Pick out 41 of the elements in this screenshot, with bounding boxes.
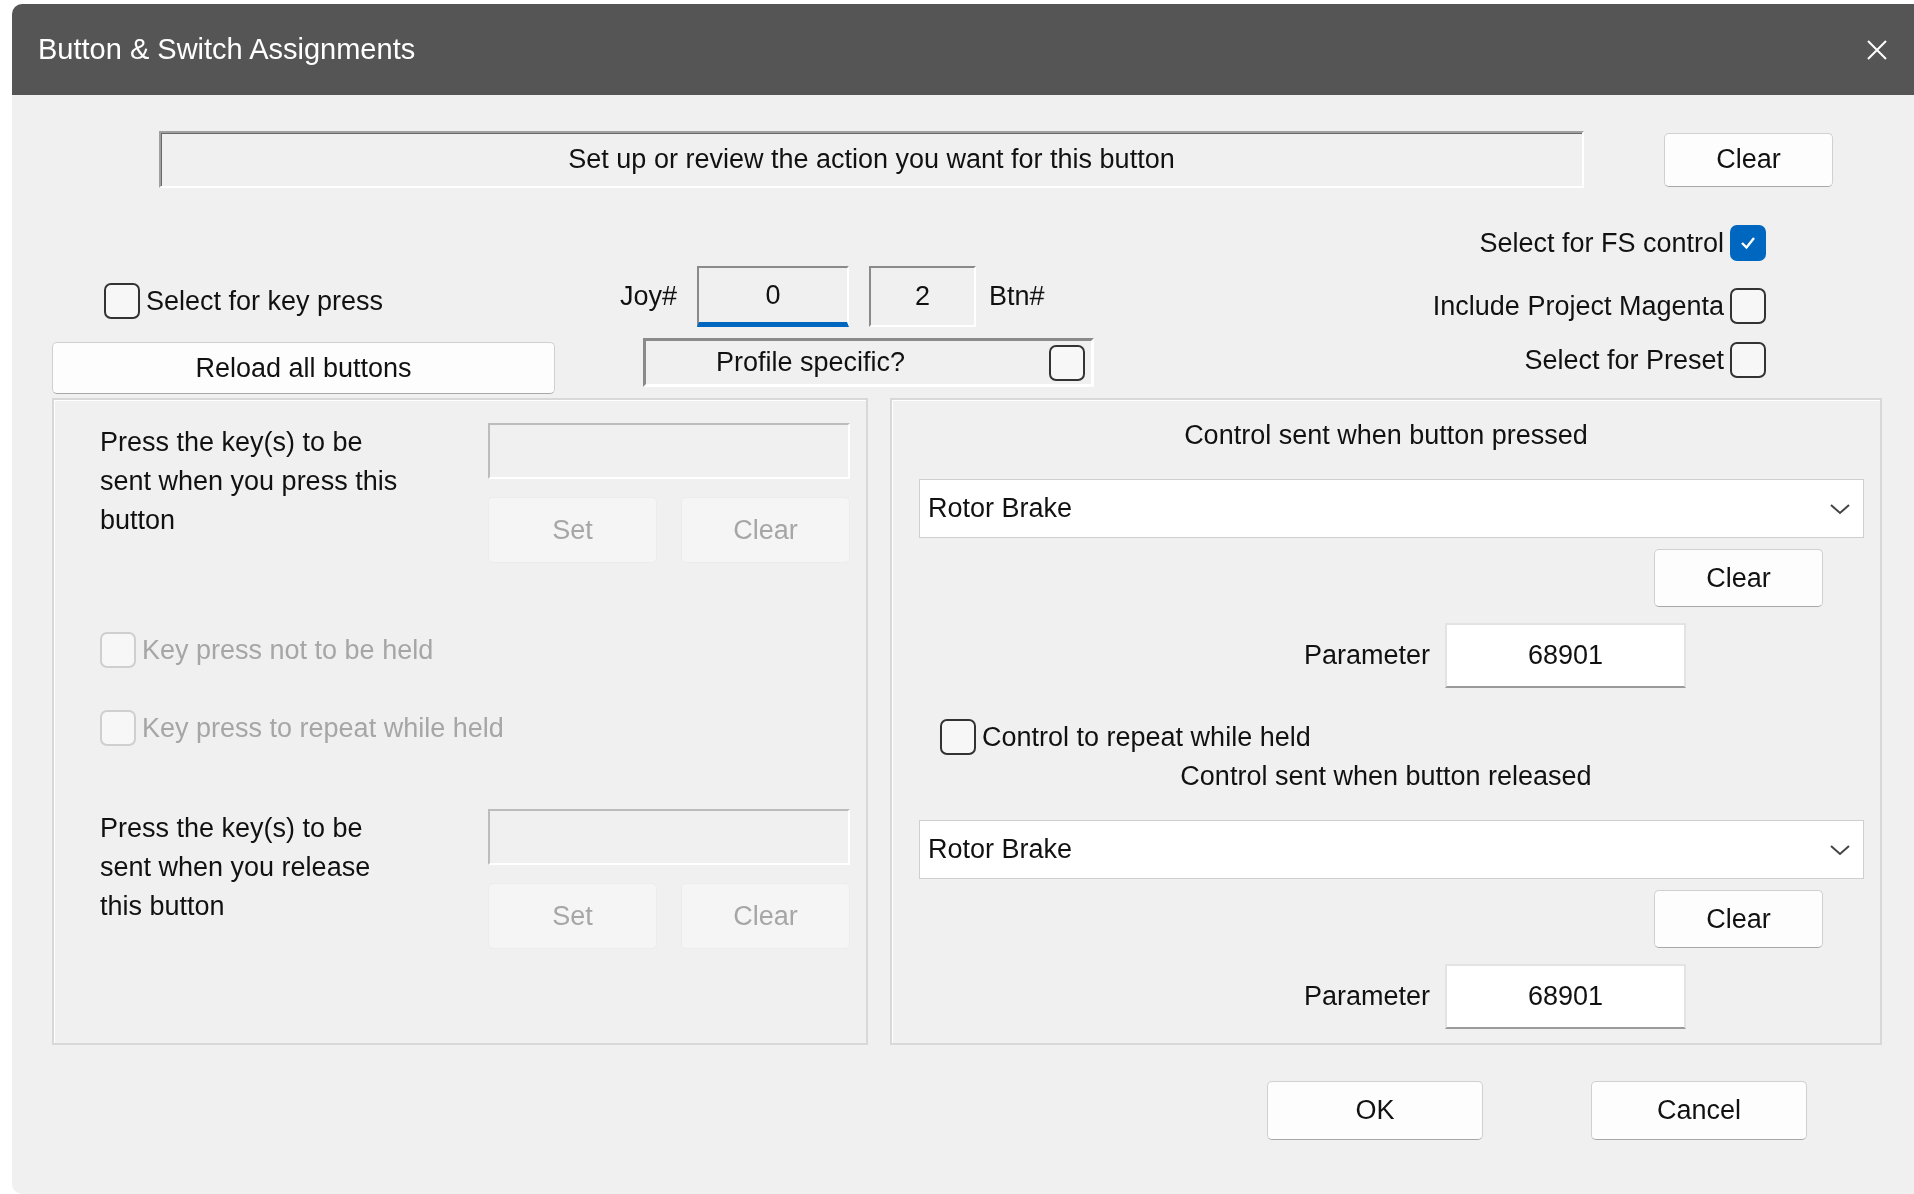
checkbox-label: Include Project Magenta [1432,290,1724,322]
section-heading: Control sent when button released [1179,761,1593,792]
button-number-field[interactable]: 2 [869,266,977,327]
key-prompt-text: Press the key(s) to be sent when you press this button [100,426,399,537]
checkbox[interactable] [1730,225,1766,261]
btn-label: Btn# [989,281,1045,312]
checkbox[interactable] [940,719,976,755]
checkbox-label: Select for key press [146,285,384,317]
control-dropdown[interactable]: Rotor Brake [919,820,1864,879]
checkbox-label: Select for Preset [1524,344,1724,376]
key-input-field[interactable] [488,809,850,865]
checkbox-label: Select for FS control [1479,227,1724,259]
checkbox[interactable] [1730,288,1766,324]
checkbox-label: Control to repeat while held [982,721,1311,753]
close-icon[interactable] [1866,38,1888,61]
chevron-down-icon [1829,501,1851,516]
section-heading: Control sent when button pressed [1183,420,1589,451]
joy-number-field[interactable]: 0 [697,266,850,327]
clear-button[interactable]: Clear [1654,890,1823,948]
parameter-field[interactable]: 68901 [1445,964,1686,1029]
checkbox-label: Key press to repeat while held [142,712,504,744]
clear-button[interactable]: Clear [1654,549,1823,607]
parameter-label: Parameter [1303,640,1430,671]
dialog-button[interactable]: OK [1267,1081,1483,1140]
window-title: Button & Switch Assignments [38,33,416,66]
parameter-label: Parameter [1303,981,1430,1012]
parameter-field[interactable]: 68901 [1445,623,1686,688]
dialog-button[interactable]: Cancel [1591,1081,1807,1140]
control-dropdown[interactable]: Rotor Brake [919,479,1864,538]
checkbox[interactable] [1730,342,1766,378]
chevron-down-icon [1829,842,1851,857]
reload-button[interactable]: Reload all buttons [52,342,555,394]
joy-label: Joy# [620,281,678,312]
key-input-field[interactable] [488,423,850,479]
checkbox-label: Key press not to be held [142,634,434,666]
key-prompt-text: Press the key(s) to be sent when you release this button [100,812,372,923]
clear-button[interactable]: Clear [1664,132,1833,187]
profile-label: Profile specific? [716,347,906,378]
status-message: Set up or review the action you want for this button [159,131,1584,188]
checkbox[interactable] [104,283,140,319]
checkbox[interactable] [1049,344,1085,381]
